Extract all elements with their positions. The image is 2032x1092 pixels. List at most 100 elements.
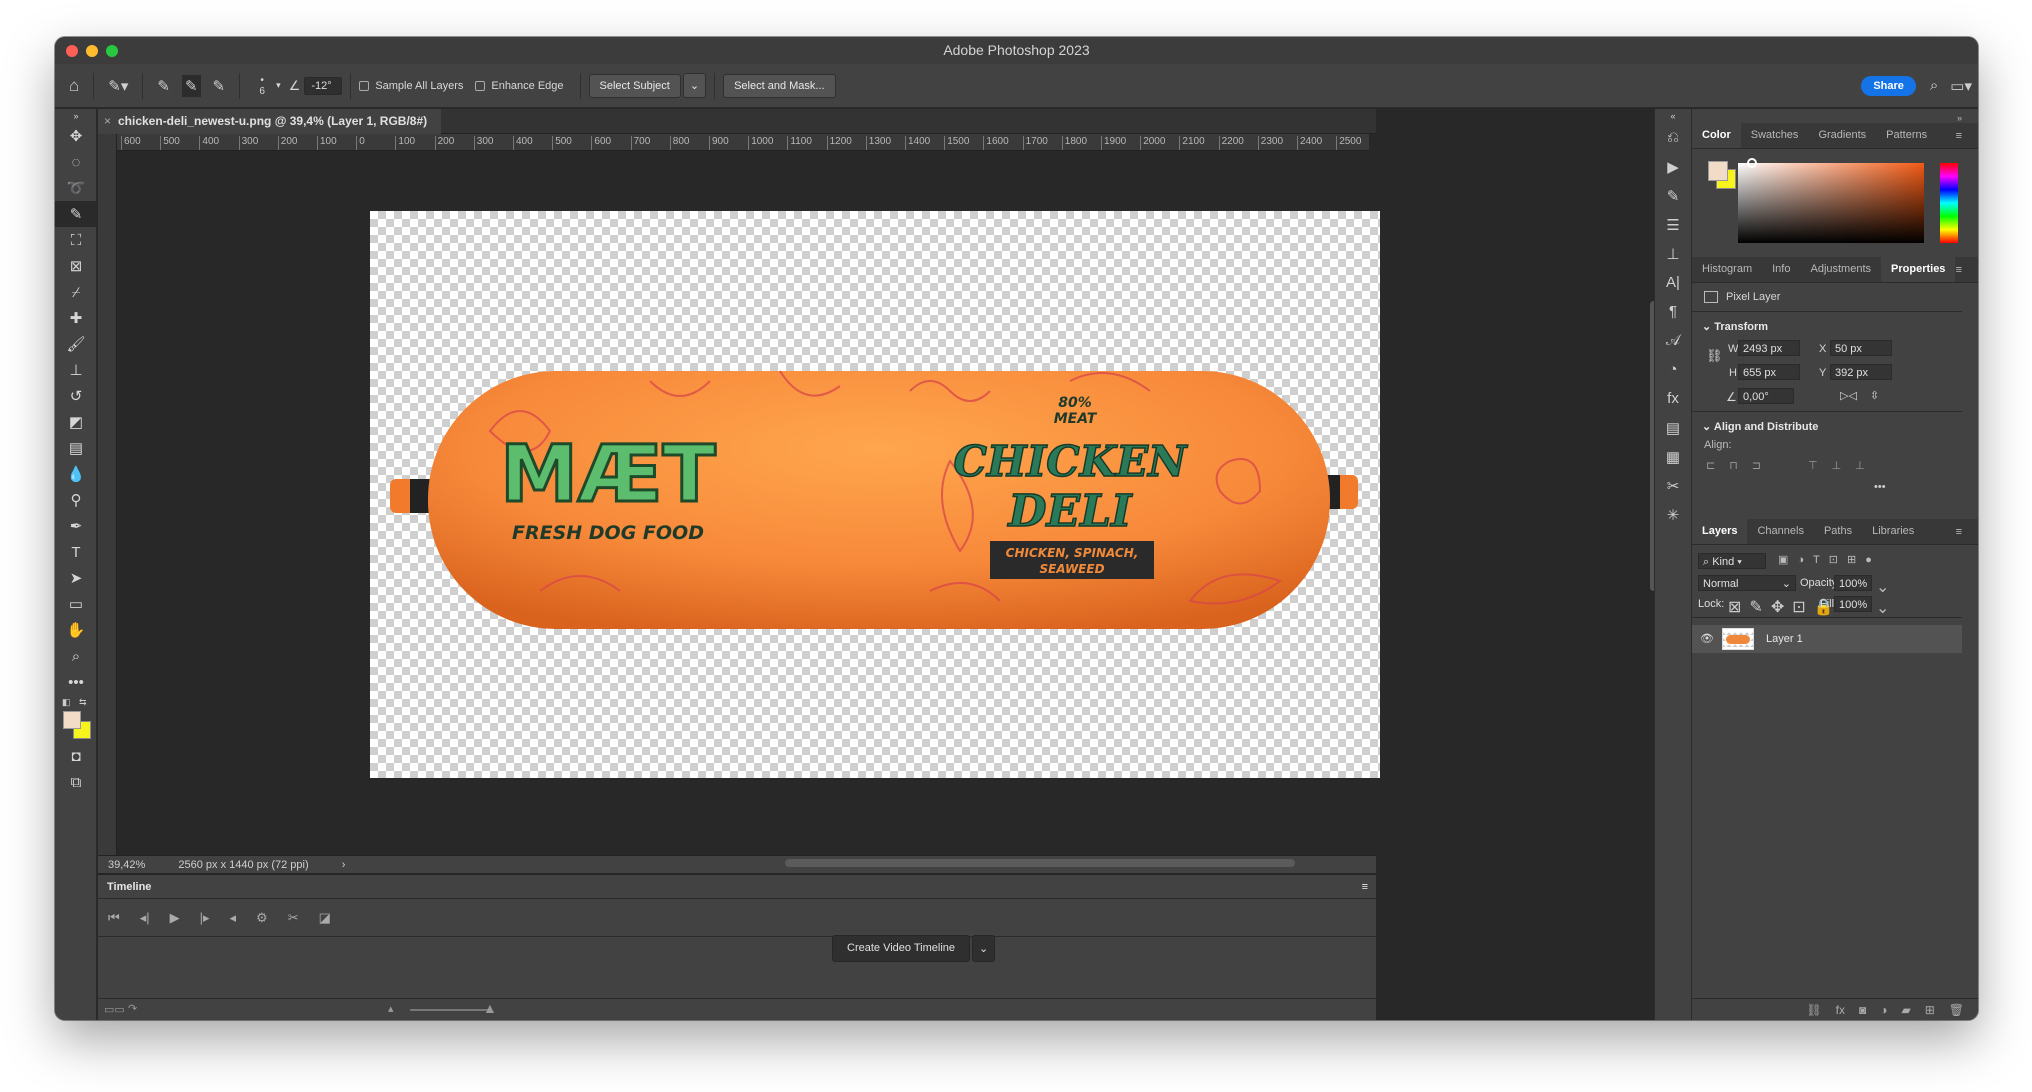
layer-row[interactable]: 👁 Layer 1 xyxy=(1692,625,1962,653)
collapse-panels-icon[interactable]: « xyxy=(1655,109,1691,123)
history-brush-tool-icon[interactable]: ↺ xyxy=(55,383,97,409)
brush-settings-icon[interactable]: ☰ xyxy=(1655,210,1691,239)
hand-tool-icon[interactable]: ✋ xyxy=(55,617,97,643)
tab-properties[interactable]: Properties xyxy=(1881,256,1956,282)
properties-panel-menu-icon[interactable]: ≡ xyxy=(1946,257,1972,283)
width-field[interactable]: 2493 px xyxy=(1738,340,1800,356)
layer-name[interactable]: Layer 1 xyxy=(1766,633,1803,645)
play-icon[interactable]: ▶ xyxy=(170,910,180,926)
tools-icon[interactable]: ✂ xyxy=(1655,471,1691,500)
more-tools-icon[interactable]: ••• xyxy=(55,669,97,695)
subtract-selection-icon[interactable]: ✎ xyxy=(213,77,226,95)
create-video-timeline-button[interactable]: Create Video Timeline xyxy=(832,935,971,962)
quick-mask-icon[interactable]: ◘ xyxy=(55,743,97,769)
timeline-zoom-slider[interactable] xyxy=(410,1009,490,1011)
layer-kind-filter[interactable]: ⌕ Kind ▾ xyxy=(1698,553,1766,569)
color-panel-menu-icon[interactable]: ≡ xyxy=(1946,123,1972,149)
close-tab-icon[interactable]: × xyxy=(104,109,111,134)
angle-field[interactable]: -12° xyxy=(304,76,343,95)
toolbox-collapse-icon[interactable]: » xyxy=(55,109,97,123)
foreground-color-swatch[interactable] xyxy=(63,711,81,729)
character-icon[interactable]: A| xyxy=(1655,268,1691,297)
layer-filter-icons[interactable]: ▣◑T⊡⊞● xyxy=(1778,553,1881,566)
clone-stamp-tool-icon[interactable]: ⊥ xyxy=(55,357,97,383)
tab-adjustments[interactable]: Adjustments xyxy=(1800,256,1881,282)
panel-foreground-swatch[interactable] xyxy=(1708,161,1728,181)
status-expand-icon[interactable]: › xyxy=(342,859,346,871)
align-top-bottom-icons[interactable]: ⊤⊥⊥ xyxy=(1808,459,1879,472)
document-tab[interactable]: × chicken-deli_newest-u.png @ 39,4% (Lay… xyxy=(98,109,441,134)
rectangle-tool-icon[interactable]: ▭ xyxy=(55,591,97,617)
home-icon[interactable]: ⌂ xyxy=(69,76,79,96)
flip-horizontal-icon[interactable]: ▷◁ xyxy=(1840,389,1857,402)
link-layers-icon[interactable]: ⛓ xyxy=(1806,1003,1821,1017)
share-button[interactable]: Share xyxy=(1861,75,1916,96)
glyphs-icon[interactable]: 𝒜 xyxy=(1655,326,1691,355)
history-icon[interactable]: ⎌ xyxy=(1655,123,1691,152)
blur-tool-icon[interactable]: 💧 xyxy=(55,461,97,487)
pen-tool-icon[interactable]: ✒ xyxy=(55,513,97,539)
brush-tool-icon[interactable]: 🖌 xyxy=(55,331,97,357)
swap-colors-icon[interactable]: ⇆ xyxy=(79,697,87,708)
default-colors-icon[interactable]: ◧ xyxy=(62,697,71,708)
sample-all-layers-checkbox[interactable]: Sample All Layers xyxy=(359,80,463,92)
new-layer-icon[interactable]: ⊞ xyxy=(1925,1003,1935,1017)
paragraph-icon[interactable]: ¶ xyxy=(1655,297,1691,326)
brushes-icon[interactable]: ✎ xyxy=(1655,181,1691,210)
eraser-tool-icon[interactable]: ◩ xyxy=(55,409,97,435)
tab-layers[interactable]: Layers xyxy=(1692,518,1748,544)
timeline-type-dropdown[interactable]: ⌄ xyxy=(972,935,996,962)
zoom-in-timeline-icon[interactable]: ▲ xyxy=(483,1000,497,1016)
y-field[interactable]: 392 px xyxy=(1830,364,1892,380)
transition-icon[interactable]: ◪ xyxy=(319,910,331,926)
zoom-tool-icon[interactable]: ⌕ xyxy=(55,643,97,669)
tab-gradients[interactable]: Gradients xyxy=(1808,122,1876,148)
align-section-title[interactable]: ⌄ Align and Distribute xyxy=(1702,420,1818,433)
color-swatches[interactable]: ◧ ⇆ xyxy=(55,695,96,743)
tab-color[interactable]: Color xyxy=(1692,122,1741,148)
panel-menu-icon[interactable]: ≡ xyxy=(1362,875,1368,899)
audio-icon[interactable]: ◂ xyxy=(230,910,237,926)
settings-icon[interactable]: ⚙ xyxy=(256,910,268,926)
document-canvas[interactable]: MÆT FRESH DOG FOOD 80% MEAT CHICKEN DELI… xyxy=(370,211,1380,778)
visibility-eye-icon[interactable]: 👁 xyxy=(1700,632,1714,645)
tab-channels[interactable]: Channels xyxy=(1747,518,1813,544)
convert-icon[interactable]: ↷ xyxy=(128,1002,137,1015)
select-subject-button[interactable]: Select Subject xyxy=(588,73,681,98)
horizontal-scrollbar[interactable] xyxy=(785,859,1295,867)
flip-vertical-icon[interactable]: ⇳ xyxy=(1870,389,1879,402)
quick-selection-preset-icon[interactable]: ✎▾ xyxy=(108,77,128,95)
height-field[interactable]: 655 px xyxy=(1738,364,1800,380)
enhance-edge-checkbox[interactable]: Enhance Edge xyxy=(475,80,564,92)
channels-icon[interactable]: ▤ xyxy=(1655,413,1691,442)
dodge-tool-icon[interactable]: ⚲ xyxy=(55,487,97,513)
tab-swatches[interactable]: Swatches xyxy=(1741,122,1809,148)
split-scissors-icon[interactable]: ✂ xyxy=(288,910,299,926)
close-window-button[interactable] xyxy=(66,45,78,57)
add-selection-icon[interactable]: ✎ xyxy=(181,74,201,97)
move-tool-icon[interactable]: ✥ xyxy=(55,123,97,149)
delete-layer-icon[interactable]: 🗑 xyxy=(1949,1003,1964,1017)
3d-icon[interactable]: ◔ xyxy=(1655,355,1691,384)
clone-source-icon[interactable]: ⊥ xyxy=(1655,239,1691,268)
blend-mode-select[interactable]: Normal ⌄ xyxy=(1698,575,1796,591)
layers-panel-menu-icon[interactable]: ≡ xyxy=(1946,519,1972,545)
search-icon[interactable]: ⌕ xyxy=(1930,77,1938,94)
opacity-dropdown-icon[interactable]: ⌄ xyxy=(1876,577,1889,597)
rotation-field[interactable]: 0,00° xyxy=(1738,388,1794,404)
notes-icon[interactable]: ▦ xyxy=(1655,442,1691,471)
quick-selection-tool-icon[interactable]: ✎ xyxy=(55,201,97,227)
link-dimensions-icon[interactable]: ⛓ xyxy=(1706,348,1723,364)
marquee-tool-icon[interactable]: ◌ xyxy=(55,149,97,175)
opacity-field[interactable]: 100% xyxy=(1834,575,1872,591)
adjustment-layer-icon[interactable]: ◑ xyxy=(1880,1003,1887,1017)
align-left-right-icons[interactable]: ⊏⊓⊐ xyxy=(1706,459,1775,472)
fill-field[interactable]: 100% xyxy=(1834,596,1872,612)
lasso-tool-icon[interactable]: ➰ xyxy=(55,175,97,201)
frame-animation-icon[interactable]: ▭▭ xyxy=(104,1003,125,1016)
minimize-window-button[interactable] xyxy=(86,45,98,57)
color-field[interactable] xyxy=(1738,158,1924,243)
transform-section-title[interactable]: ⌄ Transform xyxy=(1702,320,1768,333)
tab-info[interactable]: Info xyxy=(1762,256,1800,282)
chevron-down-icon[interactable]: ▾ xyxy=(276,80,281,91)
